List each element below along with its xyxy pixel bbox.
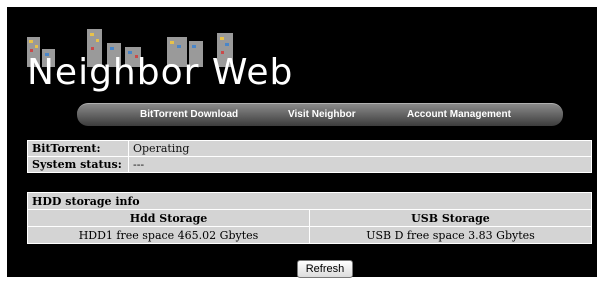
system-status-value: --- [128,156,592,173]
hdd-free-space: HDD1 free space 465.02 Gbytes [27,226,310,244]
table-row: BitTorrent: Operating [27,140,592,157]
page-frame: Neighbor Web BitTorrent Download Visit N… [7,7,597,278]
bittorrent-value: Operating [128,140,592,157]
table-row: HDD storage info [27,192,592,210]
column-header-usb: USB Storage [309,209,592,227]
nav-bittorrent-download[interactable]: BitTorrent Download [140,104,238,126]
bittorrent-label: BitTorrent: [27,140,129,157]
hdd-storage-title: HDD storage info [27,192,592,210]
column-header-hdd: Hdd Storage [27,209,310,227]
status-table: BitTorrent: Operating System status: --- [27,140,592,173]
brand-name: Neighbor Web [27,52,294,93]
nav-visit-neighbor[interactable]: Visit Neighbor [288,104,356,126]
nav-account-management[interactable]: Account Management [407,104,511,126]
system-status-label: System status: [27,156,129,173]
table-header-row: Hdd Storage USB Storage [27,209,592,227]
main-navigation: BitTorrent Download Visit Neighbor Accou… [77,103,563,126]
table-row: HDD1 free space 465.02 Gbytes USB D free… [27,226,592,244]
table-row: System status: --- [27,156,592,173]
refresh-button[interactable]: Refresh [297,260,353,278]
usb-free-space: USB D free space 3.83 Gbytes [309,226,592,244]
hdd-storage-table: HDD storage info Hdd Storage USB Storage… [27,192,592,244]
